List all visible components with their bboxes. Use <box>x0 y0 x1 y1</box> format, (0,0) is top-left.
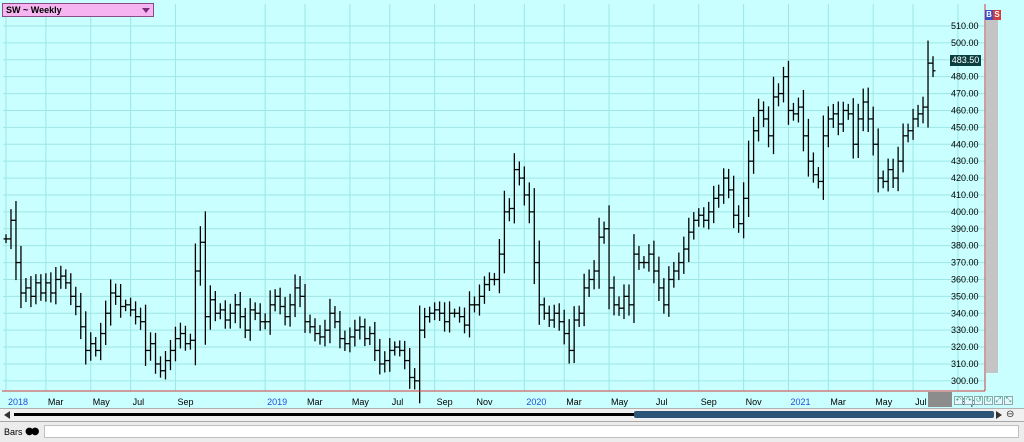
y-tick-label: 410.00 <box>951 190 979 200</box>
sell-badge[interactable]: S <box>993 10 1001 20</box>
x-tick-year-label: 2020 <box>526 397 546 407</box>
chart-nav-buttons: ↶ ↷ ↺ ↻ ⤢ ⤡ <box>954 396 1013 405</box>
chart-window: 300.00 310.00 320.00 330.00 340.00 350.00 360.… <box>0 0 1024 442</box>
horizontal-scrollbar[interactable]: ⊖ <box>0 408 1024 421</box>
x-tick-month-label: Mar <box>566 397 582 407</box>
y-tick-label: 510.00 <box>951 21 979 31</box>
y-tick-label: 340.00 <box>951 308 979 318</box>
x-tick-month-label: Jul <box>392 397 404 407</box>
redo-icon[interactable]: ↻ <box>984 396 993 405</box>
y-tick-label: 500.00 <box>951 38 979 48</box>
x-tick-year-label: 2021 <box>790 397 810 407</box>
y-tick-label: 440.00 <box>951 139 979 149</box>
symbol-selector-dropdown[interactable]: SW ~ Weekly <box>2 3 154 17</box>
y-tick-label: 320.00 <box>951 342 979 352</box>
buy-sell-badges: B S <box>985 10 1001 20</box>
y-tick-label: 460.00 <box>951 105 979 115</box>
zoom-in-icon[interactable]: ↷ <box>964 396 973 405</box>
x-tick-month-label: Nov <box>476 397 493 407</box>
x-tick-month-label: May <box>611 397 629 407</box>
expand-icon[interactable]: ⤢ <box>994 396 1003 405</box>
x-tick-month-label: May <box>93 397 111 407</box>
x-tick-month-label: Mar <box>48 397 64 407</box>
status-bar: Bars ●● <box>0 421 1024 442</box>
y-tick-label: 310.00 <box>951 359 979 369</box>
y-tick-label: 480.00 <box>951 72 979 82</box>
y-tick-label: 360.00 <box>951 274 979 284</box>
y-tick-label: 330.00 <box>951 325 979 335</box>
collapse-icon[interactable]: ⤡ <box>1004 396 1013 405</box>
y-tick-label: 420.00 <box>951 173 979 183</box>
y-tick-label: 400.00 <box>951 207 979 217</box>
x-tick-month-label: Jul <box>915 397 927 407</box>
y-tick-label: 430.00 <box>951 156 979 166</box>
x-tick-month-label: Mar <box>307 397 323 407</box>
x-tick-year-label: 2019 <box>267 397 287 407</box>
x-tick-month-label: May <box>352 397 370 407</box>
x-tick-month-label: Jul <box>656 397 668 407</box>
x-tick-month-label: May <box>875 397 893 407</box>
y-tick-label: 370.00 <box>951 258 979 268</box>
y-tick-label: 390.00 <box>951 224 979 234</box>
x-tick-month-label: Nov <box>746 397 763 407</box>
price-chart[interactable]: 300.00 310.00 320.00 330.00 340.00 350.00 360.… <box>0 0 1024 408</box>
y-tick-label: 380.00 <box>951 241 979 251</box>
y-tick-label: 300.00 <box>951 376 979 386</box>
symbol-selector-label: SW ~ Weekly <box>6 5 62 15</box>
scroll-left-icon[interactable] <box>4 411 10 419</box>
scroll-thumb[interactable] <box>634 411 994 418</box>
zoom-out-icon[interactable]: ⊖ <box>1006 409 1020 421</box>
last-price-label: 483.50 <box>950 55 981 66</box>
undo-icon[interactable]: ↺ <box>974 396 983 405</box>
x-tick-month-label: Mar <box>830 397 846 407</box>
scroll-right-icon[interactable] <box>996 411 1002 419</box>
bars-tab-label[interactable]: Bars <box>4 426 23 438</box>
x-tick-year-label: 2018 <box>8 397 28 407</box>
x-tick-month-label: Sep <box>437 397 453 407</box>
current-period-marker <box>928 392 952 407</box>
binoculars-icon[interactable]: ●● <box>25 427 40 437</box>
y-tick-label: 350.00 <box>951 291 979 301</box>
y-tick-label: 450.00 <box>951 122 979 132</box>
chevron-down-icon <box>142 8 150 13</box>
x-tick-month-label: Sep <box>701 397 717 407</box>
price-scale-strip <box>986 20 998 373</box>
buy-badge[interactable]: B <box>985 10 993 20</box>
scroll-start-icon[interactable]: ↶ <box>954 396 963 405</box>
y-tick-label: 470.00 <box>951 89 979 99</box>
status-text-field[interactable] <box>44 425 1019 438</box>
x-tick-month-label: Sep <box>177 397 193 407</box>
x-tick-month-label: Jul <box>133 397 145 407</box>
